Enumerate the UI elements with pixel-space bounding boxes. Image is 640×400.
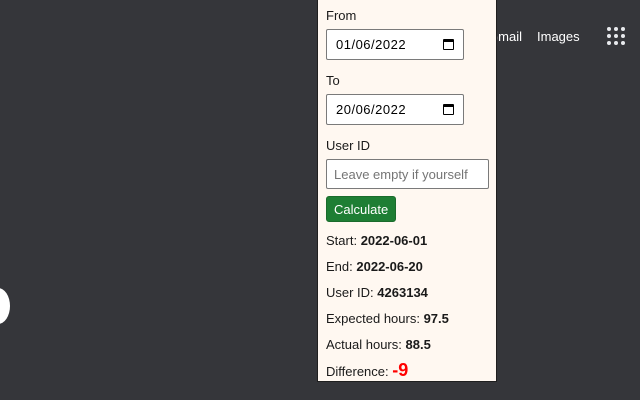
apps-dot bbox=[606, 41, 611, 45]
result-expected-value: 97.5 bbox=[423, 311, 449, 326]
partial-circle-button[interactable] bbox=[0, 288, 10, 324]
result-difference-value: -9 bbox=[392, 360, 409, 380]
google-top-links: Gmail Images bbox=[496, 27, 625, 45]
apps-dot bbox=[613, 34, 618, 38]
apps-dot bbox=[620, 27, 625, 31]
from-date-input[interactable]: 01/06/2022 bbox=[326, 29, 464, 60]
calendar-icon[interactable] bbox=[443, 39, 454, 50]
gmail-link[interactable]: Gmail bbox=[496, 29, 522, 44]
result-user-id-value: 4263134 bbox=[377, 285, 428, 300]
from-date-value: 01/06/2022 bbox=[336, 37, 407, 52]
user-id-label: User ID bbox=[326, 138, 371, 153]
calculate-button[interactable]: Calculate bbox=[326, 196, 397, 222]
user-id-input[interactable] bbox=[326, 159, 489, 189]
result-actual-hours: Actual hours: 88.5 bbox=[326, 337, 488, 352]
result-user-id: User ID: 4263134 bbox=[326, 285, 488, 300]
calendar-icon[interactable] bbox=[443, 104, 454, 115]
result-start: Start: 2022-06-01 bbox=[326, 233, 488, 248]
result-actual-label: Actual hours: bbox=[326, 337, 402, 352]
apps-dot bbox=[613, 27, 618, 31]
extension-popup: From 01/06/2022 To 20/06/2022 User ID Ca… bbox=[317, 0, 497, 382]
result-start-label: Start: bbox=[326, 233, 358, 248]
to-label: To bbox=[326, 73, 340, 88]
result-end: End: 2022-06-20 bbox=[326, 259, 488, 274]
result-expected-label: Expected hours: bbox=[326, 311, 420, 326]
apps-dot bbox=[613, 41, 618, 45]
result-difference-label: Difference: bbox=[326, 364, 389, 379]
apps-grid-icon[interactable] bbox=[606, 27, 625, 45]
result-expected-hours: Expected hours: 97.5 bbox=[326, 311, 488, 326]
to-date-input[interactable]: 20/06/2022 bbox=[326, 94, 464, 125]
from-label: From bbox=[326, 8, 357, 23]
browser-page: Gmail Images From 01/06/2022 To 20/06/20… bbox=[0, 0, 640, 400]
result-difference: Difference: -9 bbox=[326, 360, 488, 380]
result-actual-value: 88.5 bbox=[405, 337, 431, 352]
apps-dot bbox=[606, 27, 611, 31]
apps-dot bbox=[620, 34, 625, 38]
result-end-label: End: bbox=[326, 259, 353, 274]
result-user-id-label: User ID: bbox=[326, 285, 374, 300]
apps-dot bbox=[620, 41, 625, 45]
result-start-value: 2022-06-01 bbox=[360, 233, 428, 248]
to-date-value: 20/06/2022 bbox=[336, 102, 407, 117]
images-link[interactable]: Images bbox=[537, 29, 580, 44]
apps-dot bbox=[606, 34, 611, 38]
result-end-value: 2022-06-20 bbox=[356, 259, 423, 274]
